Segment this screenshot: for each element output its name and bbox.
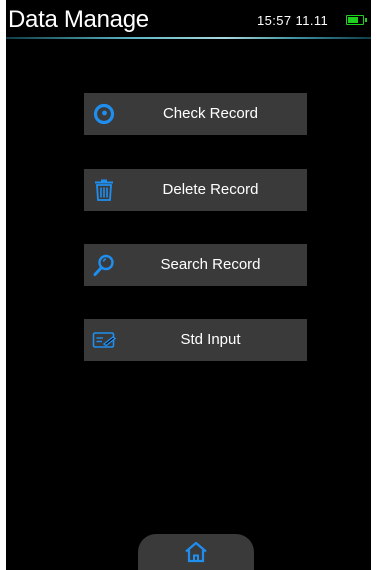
delete-record-label: Delete Record xyxy=(162,181,259,198)
home-icon xyxy=(185,541,207,563)
page-title: Data Manage xyxy=(8,6,149,33)
status-bar: Data Manage 15:57 11.11 xyxy=(6,0,371,38)
check-record-label: Check Record xyxy=(162,105,259,122)
battery-tip xyxy=(365,18,367,22)
search-record-button[interactable]: Search Record xyxy=(84,244,307,286)
delete-record-button[interactable]: Delete Record xyxy=(84,169,307,211)
device-screen: Data Manage 15:57 11.11 Check Record Del… xyxy=(6,0,371,570)
std-input-label: Std Input xyxy=(180,331,241,348)
input-card-icon xyxy=(92,332,116,348)
clock-date: 15:57 11.11 xyxy=(257,13,329,28)
search-icon xyxy=(93,254,114,276)
home-button[interactable] xyxy=(138,534,254,570)
trash-icon xyxy=(95,179,113,201)
battery-icon xyxy=(346,15,367,25)
header-divider xyxy=(6,37,371,39)
check-record-button[interactable]: Check Record xyxy=(84,93,307,135)
battery-level xyxy=(348,17,359,23)
std-input-button[interactable]: Std Input xyxy=(84,319,307,361)
search-record-label: Search Record xyxy=(160,256,261,273)
record-circle-icon xyxy=(93,103,115,125)
